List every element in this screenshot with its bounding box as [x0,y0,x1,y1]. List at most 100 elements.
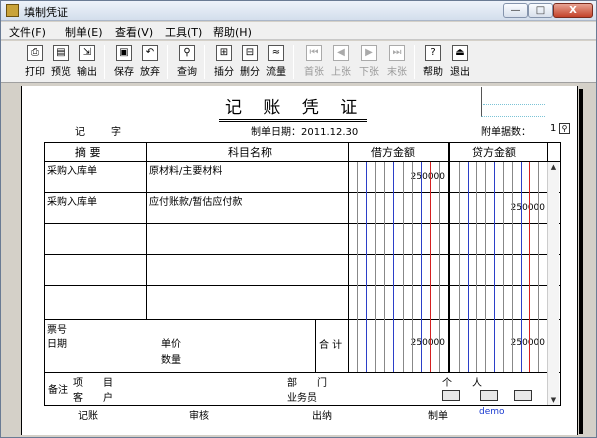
first-icon: ⏮ [306,45,322,61]
exit-button[interactable]: ⏏ 退出 [448,44,472,80]
cashflow-button[interactable]: ≈ 流量 [264,44,288,80]
query-button[interactable]: ⚲ 查询 [175,44,199,80]
voucher-type-label[interactable]: 记 [75,123,87,138]
prev-button[interactable]: ◀ 上张 [329,44,353,80]
customer-label: 客 户 [73,393,113,404]
remark-divider [45,372,560,373]
money-grid-line [393,162,394,372]
ticket-label: 票号 [47,325,67,336]
sign-cashier: 出纳 [312,411,332,422]
money-grid-line [375,162,376,372]
money-grid-line [412,162,413,372]
toolbar-separator [204,45,205,79]
menu-file[interactable]: 文件(F) [9,24,46,40]
row2-summary[interactable]: 采购入库单 [47,193,97,208]
voucher-date[interactable]: 制单日期：2011.12.30 [251,123,358,138]
voucher-type-suffix: 字 [111,127,121,138]
delete-row-icon: ⊟ [242,45,258,61]
money-grid-line [430,162,431,372]
document-shadow [579,89,583,434]
undo-icon: ↶ [142,45,158,61]
col-divider [146,143,147,319]
date-label: 日期 [47,339,67,350]
header-credit: 贷方金额 [472,146,516,159]
row2-account[interactable]: 应付账款/暂估应付款 [149,193,242,208]
next-button[interactable]: ▶ 下张 [357,44,381,80]
toolbar: ⎙ 打印 ▤ 预览 ⇲ 输出 ▣ 保存 ↶ 放弃 ⚲ 查询 ⊞ 插分 ⊟ 删分 ≈ 流量 ⏮ 首张 … [1,41,596,83]
dept-label: 部 门 [287,378,327,389]
app-icon [6,4,19,17]
voucher-number-underline [483,104,545,105]
preview-icon: ▤ [53,45,69,61]
total-label: 合 计 [319,340,343,351]
row-divider [45,285,560,286]
col-divider [448,143,450,372]
minimize-button[interactable]: — [503,3,528,18]
menu-bar: 文件(F) 制单(E) 查看(V) 工具(T) 帮助(H) [1,22,596,40]
row1-summary[interactable]: 采购入库单 [47,162,97,177]
menu-view[interactable]: 查看(V) [115,24,153,40]
scroll-down-icon[interactable]: ▼ [548,395,559,405]
cashflow-icon: ≈ [268,45,284,61]
money-grid-line [384,162,385,372]
sign-bookkeeper: 记账 [78,411,98,422]
money-grid-line [529,162,530,372]
discard-button[interactable]: ↶ 放弃 [138,44,162,80]
close-button[interactable]: X [553,3,593,18]
export-icon: ⇲ [79,45,95,61]
voucher-number-field[interactable] [481,87,545,117]
header-debit: 借方金额 [371,146,415,159]
sign-reviewer: 审核 [189,411,209,422]
card-icon[interactable] [480,390,498,401]
insert-row-icon: ⊞ [216,45,232,61]
money-grid-line [538,162,539,372]
header-divider [45,161,560,162]
help-button[interactable]: ? 帮助 [421,44,445,80]
row1-account[interactable]: 原材料/主要材料 [149,162,222,177]
toolbar-separator [293,45,294,79]
toolbar-separator [414,45,415,79]
export-button[interactable]: ⇲ 输出 [75,44,99,80]
print-button[interactable]: ⎙ 打印 [23,44,47,80]
unit-price-label: 单价 [161,339,181,350]
chart-icon[interactable] [514,390,532,401]
scroll-up-icon[interactable]: ▲ [548,162,559,172]
preview-button[interactable]: ▤ 预览 [49,44,73,80]
vertical-scrollbar[interactable]: ▲ ▼ [547,162,559,405]
money-grid-line [521,162,522,372]
menu-tools[interactable]: 工具(T) [165,24,202,40]
project-label: 项 目 [73,378,113,389]
row-divider [45,254,560,255]
magnifier-icon[interactable]: ⚲ [559,123,570,134]
exit-icon: ⏏ [452,45,468,61]
menu-voucher[interactable]: 制单(E) [65,24,103,40]
row1-debit[interactable]: 250000 [385,172,445,182]
total-divider [45,319,560,320]
last-button[interactable]: ⏭ 末张 [385,44,409,80]
toolbar-separator [167,45,168,79]
voucher-window: 填制凭证 — □ X 文件(F) 制单(E) 查看(V) 工具(T) 帮助(H)… [0,0,597,438]
auxiliary-icon[interactable] [442,390,460,401]
first-button[interactable]: ⏮ 首张 [302,44,326,80]
voucher-table: 摘 要 科目名称 借方金额 贷方金额 采购入库单 原材料/主要材料 250000… [44,142,561,406]
voucher-title: 记 账 凭 证 [219,93,368,122]
money-grid-line [357,162,358,372]
insert-row-button[interactable]: ⊞ 插分 [212,44,236,80]
next-icon: ▶ [361,45,377,61]
remark-label: 备注 [48,385,68,396]
toolbar-separator [104,45,105,79]
money-grid-line [468,162,469,372]
money-grid-line [459,162,460,372]
header-summary: 摘 要 [75,146,101,159]
last-icon: ⏭ [389,45,405,61]
money-grid-line [421,162,422,372]
col-divider [348,143,349,372]
menu-help[interactable]: 帮助(H) [213,24,252,40]
attachment-count[interactable]: 1 [550,123,556,134]
save-button[interactable]: ▣ 保存 [112,44,136,80]
maximize-button[interactable]: □ [528,3,553,18]
money-grid-line [439,162,440,372]
help-icon: ? [425,45,441,61]
person-label: 个 人 [442,378,482,389]
delete-row-button[interactable]: ⊟ 删分 [238,44,262,80]
